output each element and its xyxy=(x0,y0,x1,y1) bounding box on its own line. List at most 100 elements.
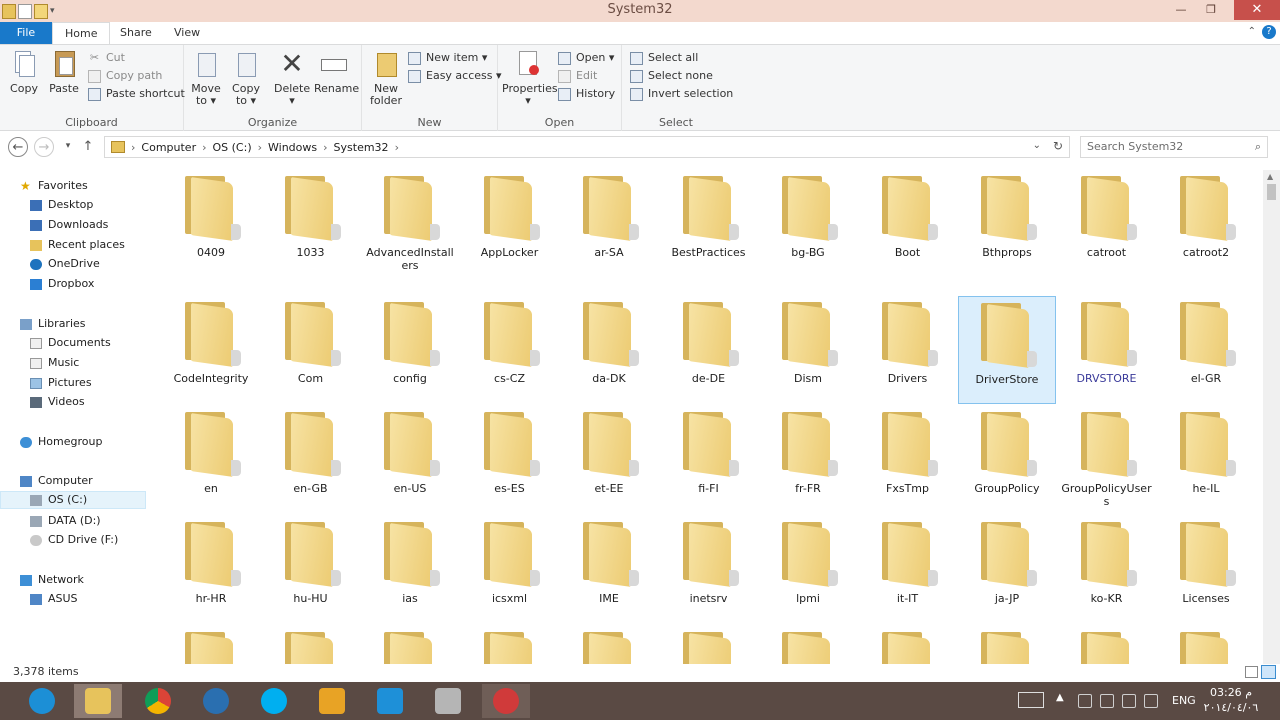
refresh-icon[interactable]: ↻ xyxy=(1053,139,1063,153)
error-app-icon[interactable] xyxy=(482,684,530,718)
outlook-icon[interactable] xyxy=(308,684,356,718)
properties-button[interactable]: Properties ▾ xyxy=(502,49,558,107)
paste-shortcut-button[interactable]: Paste shortcut xyxy=(88,85,185,103)
folder-item[interactable]: da-DK xyxy=(560,296,658,404)
paste-button[interactable]: Paste xyxy=(46,49,82,95)
folder-item[interactable]: Com xyxy=(262,296,360,404)
search-input[interactable]: Search System32 ⌕ xyxy=(1080,136,1268,158)
browser-icon[interactable] xyxy=(192,684,240,718)
open-button[interactable]: Open ▾ xyxy=(558,49,615,67)
folder-item[interactable]: CodeIntegrity xyxy=(162,296,260,404)
nav-item-music[interactable]: Music xyxy=(30,354,79,372)
move-to-button[interactable]: Move to ▾ xyxy=(188,49,224,107)
folder-item[interactable] xyxy=(660,626,758,664)
folder-item[interactable]: en-US xyxy=(361,406,459,514)
recent-locations-icon[interactable]: ▾ xyxy=(58,137,78,157)
select-none-button[interactable]: Select none xyxy=(630,67,733,85)
folder-item[interactable]: en xyxy=(162,406,260,514)
chevron-up-icon[interactable]: ⌃ xyxy=(1248,26,1256,37)
folder-item[interactable]: Bthprops xyxy=(958,170,1056,288)
folder-item[interactable]: catroot xyxy=(1058,170,1156,288)
folder-item[interactable]: lpmi xyxy=(759,516,857,624)
tab-file[interactable]: File xyxy=(0,22,52,45)
chevron-up-icon[interactable]: ▲ xyxy=(1056,692,1064,703)
keyboard-icon[interactable] xyxy=(1018,692,1044,708)
app-icon[interactable] xyxy=(424,684,472,718)
folder-item[interactable] xyxy=(560,626,658,664)
folder-item[interactable]: it-IT xyxy=(859,516,957,624)
nav-item-recent-places[interactable]: Recent places xyxy=(30,236,125,254)
scroll-up-arrow-icon[interactable]: ▲ xyxy=(1267,172,1273,181)
windows-store-icon[interactable] xyxy=(366,684,414,718)
tab-view[interactable]: View xyxy=(162,22,212,45)
folder-item[interactable]: hu-HU xyxy=(262,516,360,624)
folder-item[interactable]: Licenses xyxy=(1157,516,1255,624)
folder-item[interactable] xyxy=(1058,626,1156,664)
tab-share[interactable]: Share xyxy=(108,22,164,45)
nav-item-documents[interactable]: Documents xyxy=(30,334,111,352)
folder-item[interactable] xyxy=(461,626,559,664)
folder-item[interactable]: ja-JP xyxy=(958,516,1056,624)
internet-explorer-icon[interactable] xyxy=(18,684,66,718)
chrome-icon[interactable] xyxy=(134,684,182,718)
copy-to-button[interactable]: Copy to ▾ xyxy=(228,49,264,107)
folder-item[interactable]: de-DE xyxy=(660,296,758,404)
cut-button[interactable]: ✂ Cut xyxy=(88,49,185,67)
breadcrumb-item[interactable]: Computer xyxy=(141,141,196,154)
folder-item[interactable]: hr-HR xyxy=(162,516,260,624)
nav-item-cd-drive-f[interactable]: CD Drive (F:) xyxy=(30,531,118,549)
vertical-scrollbar[interactable]: ▲ xyxy=(1263,170,1280,664)
folder-item[interactable]: DRVSTORE xyxy=(1058,296,1156,404)
nav-item-os-c[interactable]: OS (C:) xyxy=(0,491,146,509)
history-button[interactable]: History xyxy=(558,85,615,103)
folder-item[interactable]: Dism xyxy=(759,296,857,404)
copy-path-button[interactable]: Copy path xyxy=(88,67,185,85)
folder-item[interactable]: fi-FI xyxy=(660,406,758,514)
folder-item[interactable]: he-IL xyxy=(1157,406,1255,514)
folder-item[interactable]: bg-BG xyxy=(759,170,857,288)
folder-item[interactable]: AdvancedInstallers xyxy=(361,170,459,288)
volume-icon[interactable] xyxy=(1100,694,1114,708)
nav-item-desktop[interactable]: Desktop xyxy=(30,196,93,214)
network-signal-icon[interactable] xyxy=(1144,694,1158,708)
folder-item[interactable]: ko-KR xyxy=(1058,516,1156,624)
nav-computer[interactable]: Computer xyxy=(20,472,93,490)
tab-home[interactable]: Home xyxy=(52,22,111,45)
breadcrumb-item[interactable]: System32 xyxy=(334,141,389,154)
folder-item[interactable] xyxy=(162,626,260,664)
select-all-button[interactable]: Select all xyxy=(630,49,733,67)
folder-item[interactable]: en-GB xyxy=(262,406,360,514)
close-button[interactable]: ✕ xyxy=(1234,0,1280,20)
folder-item[interactable]: Boot xyxy=(859,170,957,288)
battery-icon[interactable] xyxy=(1122,694,1136,708)
folder-item[interactable] xyxy=(859,626,957,664)
scrollbar-thumb[interactable] xyxy=(1267,184,1276,200)
folder-item[interactable]: config xyxy=(361,296,459,404)
clock[interactable]: 03:26 م ٢٠١٤/٠٤/٠٦ xyxy=(1196,685,1266,715)
nav-item-pictures[interactable]: Pictures xyxy=(30,374,92,392)
folder-item[interactable]: icsxml xyxy=(461,516,559,624)
folder-item[interactable]: ar-SA xyxy=(560,170,658,288)
minimize-button[interactable]: — xyxy=(1168,0,1194,20)
folder-item[interactable] xyxy=(958,626,1056,664)
nav-network[interactable]: Network xyxy=(20,571,84,589)
copy-button[interactable]: Copy xyxy=(6,49,42,95)
maximize-button[interactable]: ❐ xyxy=(1198,0,1224,20)
folder-item[interactable]: Drivers xyxy=(859,296,957,404)
folder-item[interactable]: cs-CZ xyxy=(461,296,559,404)
folder-item[interactable] xyxy=(759,626,857,664)
folder-item[interactable]: inetsrv xyxy=(660,516,758,624)
back-button[interactable]: ← xyxy=(8,137,28,157)
forward-button[interactable]: → xyxy=(34,137,54,157)
new-folder-button[interactable]: New folder xyxy=(368,49,404,107)
folder-item[interactable]: GroupPolicyUsers xyxy=(1058,406,1156,514)
nav-item-dropbox[interactable]: Dropbox xyxy=(30,275,94,293)
breadcrumb-item[interactable]: Windows xyxy=(268,141,317,154)
nav-item-downloads[interactable]: Downloads xyxy=(30,216,108,234)
folder-item[interactable] xyxy=(1157,626,1255,664)
invert-selection-button[interactable]: Invert selection xyxy=(630,85,733,103)
edit-button[interactable]: Edit xyxy=(558,67,615,85)
folder-item[interactable]: FxsTmp xyxy=(859,406,957,514)
folder-item[interactable]: 0409 xyxy=(162,170,260,288)
nav-homegroup[interactable]: Homegroup xyxy=(20,433,102,451)
